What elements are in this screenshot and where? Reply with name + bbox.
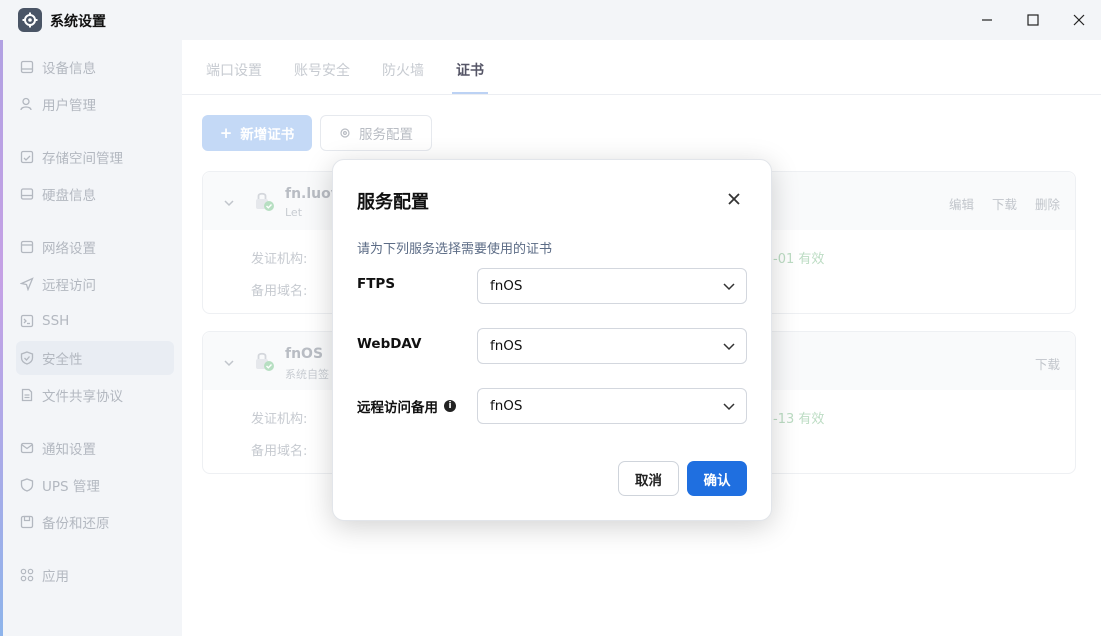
sidebar-item-label: 存储空间管理 [42,151,123,167]
maximize-button[interactable] [1018,5,1048,35]
certificate-name: fnOS [285,346,324,362]
chevron-down-icon[interactable] [223,194,235,213]
plus-icon: + [219,124,233,142]
sidebar-item-notifications[interactable]: 通知设置 [16,431,174,465]
cancel-button[interactable]: 取消 [618,461,679,496]
tab-port-settings[interactable]: 端口设置 [206,60,262,80]
mail-icon [20,441,34,455]
save-icon [20,515,34,529]
sidebar-item-label: 远程访问 [42,278,96,294]
edit-link[interactable]: 编辑 [949,194,974,213]
remote-access-backup-label-group: 远程访问备用 i [357,396,456,416]
tab-firewall[interactable]: 防火墙 [382,60,424,80]
service-config-label: 服务配置 [359,127,413,143]
close-window-button[interactable] [1064,5,1094,35]
sidebar-item-ups[interactable]: UPS 管理 [16,468,174,502]
sidebar-item-remote-access[interactable]: 远程访问 [16,267,174,301]
sidebar-item-label: 文件共享协议 [42,389,123,405]
gear-icon [18,8,42,32]
sidebar-item-network[interactable]: 网络设置 [16,230,174,264]
ftps-select[interactable]: fnOS [477,268,747,304]
device-icon [20,60,34,74]
alt-domain-label: 备用域名: [251,444,308,459]
title-bar: 系统设置 [0,0,1101,40]
sidebar-item-security[interactable]: 安全性 [16,341,174,375]
sidebar-item-device-info[interactable]: 设备信息 [16,50,174,84]
lock-icon [253,350,275,376]
storage-icon [20,150,34,164]
remote-access-backup-select[interactable]: fnOS [477,388,747,424]
chevron-down-icon [722,279,736,297]
sidebar-item-label: 应用 [42,569,69,585]
sidebar-item-label: 网络设置 [42,241,96,257]
download-link[interactable]: 下载 [1035,354,1060,373]
minimize-button[interactable] [972,5,1002,35]
sidebar-item-storage[interactable]: 存储空间管理 [16,140,174,174]
sidebar-item-label: 通知设置 [42,442,96,458]
webdav-select[interactable]: fnOS [477,328,747,364]
network-icon [20,240,34,254]
sidebar-item-label: UPS 管理 [42,479,100,495]
chevron-down-icon [722,339,736,357]
shield-icon [20,351,34,365]
chevron-down-icon [722,399,736,417]
lock-icon [253,190,275,216]
ftps-label: FTPS [357,276,396,292]
sidebar-item-disk-info[interactable]: 硬盘信息 [16,177,174,211]
remote-access-backup-select-value: fnOS [490,398,523,414]
apps-icon [20,568,34,582]
gear-icon [339,127,351,139]
service-config-button[interactable]: 服务配置 [320,115,432,151]
sidebar-item-user-management[interactable]: 用户管理 [16,87,174,121]
sidebar-item-label: 安全性 [42,352,83,368]
sidebar-item-label: 备份和还原 [42,516,110,532]
terminal-icon [20,314,34,328]
sidebar-item-label: 硬盘信息 [42,188,96,204]
ftps-select-value: fnOS [490,278,523,294]
sidebar-item-file-sharing[interactable]: 文件共享协议 [16,378,174,412]
disk-icon [20,187,34,201]
service-config-dialog: 服务配置 请为下列服务选择需要使用的证书 FTPS fnOS WebDAV fn… [332,159,772,521]
tab-certificates[interactable]: 证书 [456,60,484,80]
sidebar-item-ssh[interactable]: SSH [16,304,174,338]
sidebar-item-label: SSH [42,313,70,329]
chevron-down-icon[interactable] [223,354,235,373]
info-icon[interactable]: i [444,400,456,412]
add-certificate-label: 新增证书 [240,127,295,143]
tab-bar: 端口设置 账号安全 防火墙 证书 [182,40,1101,95]
sidebar: 设备信息 用户管理 存储空间管理 硬盘信息 网络设置 远程访问 SSH 安全性 … [0,40,182,636]
confirm-button[interactable]: 确认 [687,461,747,496]
desktop-edge [0,40,3,636]
webdav-label: WebDAV [357,336,422,352]
validity-status: -01 有效 [773,252,825,267]
sidebar-item-label: 设备信息 [42,61,96,77]
issuer-label: 发证机构: [251,412,308,427]
certificate-issuer-short: Let [285,206,303,219]
send-icon [20,277,34,291]
alt-domain-label: 备用域名: [251,284,308,299]
issuer-label: 发证机构: [251,252,308,267]
window-title: 系统设置 [50,14,106,30]
shield-outline-icon [20,478,34,492]
file-icon [20,388,34,402]
remote-access-backup-label: 远程访问备用 [357,400,438,416]
dialog-title: 服务配置 [357,192,429,213]
download-link[interactable]: 下载 [992,194,1017,213]
close-icon[interactable] [723,188,745,210]
active-tab-indicator [452,92,488,94]
webdav-select-value: fnOS [490,338,523,354]
sidebar-item-label: 用户管理 [42,98,96,114]
delete-link[interactable]: 删除 [1035,194,1060,213]
sidebar-item-backup[interactable]: 备份和还原 [16,505,174,539]
user-icon [20,97,34,111]
certificate-issuer-short: 系统自签 [285,368,329,381]
validity-status: -13 有效 [773,412,825,427]
tab-account-security[interactable]: 账号安全 [294,60,350,80]
add-certificate-button[interactable]: + 新增证书 [202,115,312,151]
sidebar-item-apps[interactable]: 应用 [16,558,174,592]
dialog-description: 请为下列服务选择需要使用的证书 [357,242,553,257]
